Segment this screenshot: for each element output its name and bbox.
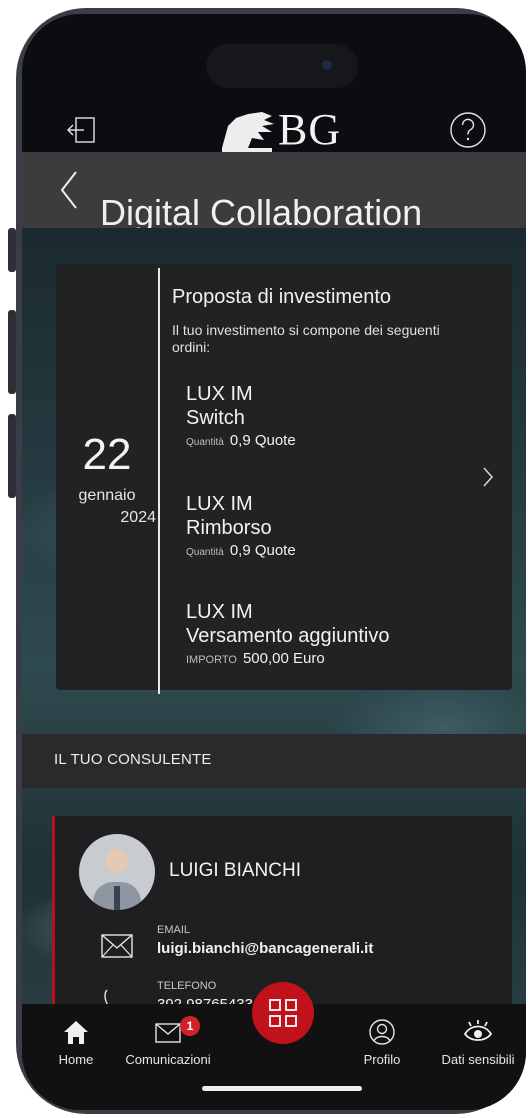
avatar-tie bbox=[114, 886, 120, 910]
grid-icon bbox=[269, 999, 297, 1027]
order-detail: Quantità 0,9 Quote bbox=[186, 432, 296, 450]
consultant-section-header: IL TUO CONSULENTE bbox=[22, 734, 526, 788]
order-detail-value: 500,00 Euro bbox=[242, 650, 325, 667]
order-item: LUX IM Versamento aggiuntivo IMPORTO 500,… bbox=[186, 600, 389, 668]
date-year-text: 2024 bbox=[120, 509, 156, 526]
card-title: Proposta di investimento bbox=[172, 286, 392, 308]
order-item: LUX IM Switch Quantità 0,9 Quote bbox=[186, 382, 296, 450]
notification-badge: 1 bbox=[180, 1016, 200, 1036]
date-divider bbox=[158, 268, 160, 694]
title-bar: Digital Collaboration bbox=[22, 152, 526, 233]
date-day: 22 bbox=[82, 430, 132, 479]
order-card[interactable]: 22 gennaio 2024 Proposta di investimento… bbox=[56, 264, 512, 694]
nav-item-home[interactable]: Home bbox=[26, 1018, 126, 1067]
bg-logo: BG bbox=[218, 106, 358, 154]
order-name: LUX IM Rimborso bbox=[186, 493, 272, 539]
home-icon bbox=[64, 1021, 88, 1044]
order-detail: Quantità 0,9 Quote bbox=[186, 542, 296, 560]
order-detail-label: IMPORTO bbox=[186, 654, 237, 666]
order-item: LUX IM Rimborso Quantità 0,9 Quote bbox=[186, 492, 296, 560]
nav-label-comunicazioni: Comunicazioni bbox=[125, 1052, 211, 1067]
consultant-name: LUIGI BIANCHI bbox=[169, 860, 301, 881]
date-column: 22 gennaio 2024 bbox=[56, 264, 158, 690]
phone-label: TELEFONO bbox=[157, 980, 217, 992]
nav-label-profilo: Profilo bbox=[363, 1052, 401, 1067]
date-year: 2024 bbox=[56, 508, 160, 528]
help-icon[interactable] bbox=[448, 110, 488, 150]
order-detail-label: Quantità bbox=[186, 437, 224, 448]
home-indicator bbox=[202, 1086, 362, 1091]
consultant-section-title: IL TUO CONSULENTE bbox=[54, 751, 212, 768]
order-name: LUX IM Switch bbox=[186, 383, 253, 429]
order-detail-value: 0,9 Quote bbox=[229, 432, 296, 449]
order-detail: IMPORTO 500,00 Euro bbox=[186, 650, 389, 668]
volume-down-button bbox=[8, 414, 16, 498]
date-month: gennaio bbox=[78, 487, 136, 504]
bottom-nav: Home 1 Comunicazioni Profilo Dati sensib… bbox=[22, 982, 526, 1110]
nav-item-profilo[interactable]: Profilo bbox=[332, 1018, 432, 1067]
nav-item-comunicazioni[interactable]: 1 Comunicazioni bbox=[118, 1016, 218, 1067]
profile-icon bbox=[369, 1019, 395, 1045]
logo-text: BG bbox=[278, 105, 342, 154]
email-value[interactable]: luigi.bianchi@bancagenerali.it bbox=[157, 940, 373, 957]
menu-grid-button[interactable] bbox=[252, 982, 314, 1044]
camera-lens bbox=[322, 60, 332, 70]
phone-screen: BG Digital Collaboration 22 gennaio 2024… bbox=[22, 14, 526, 1110]
dynamic-island bbox=[206, 44, 358, 88]
nav-item-dati-sensibili[interactable]: Dati sensibili bbox=[428, 1018, 526, 1067]
card-subtitle: Il tuo investimento si compone dei segue… bbox=[172, 322, 440, 355]
eye-icon bbox=[463, 1020, 493, 1041]
nav-label-home: Home bbox=[58, 1052, 94, 1067]
order-detail-label: Quantità bbox=[186, 547, 224, 558]
order-name: LUX IM Versamento aggiuntivo bbox=[186, 601, 390, 647]
volume-up-button bbox=[8, 310, 16, 394]
chevron-right-icon[interactable] bbox=[482, 466, 494, 488]
silent-switch bbox=[8, 228, 16, 272]
nav-label-dati-sensibili: Dati sensibili bbox=[441, 1052, 515, 1067]
logout-icon[interactable] bbox=[64, 110, 104, 150]
order-detail-value: 0,9 Quote bbox=[229, 542, 296, 559]
lion-logo-icon bbox=[222, 112, 274, 152]
avatar bbox=[79, 834, 155, 910]
email-icon[interactable] bbox=[101, 934, 133, 958]
mail-icon bbox=[155, 1023, 181, 1043]
email-label: EMAIL bbox=[157, 924, 191, 936]
chevron-left-icon[interactable] bbox=[58, 170, 80, 210]
